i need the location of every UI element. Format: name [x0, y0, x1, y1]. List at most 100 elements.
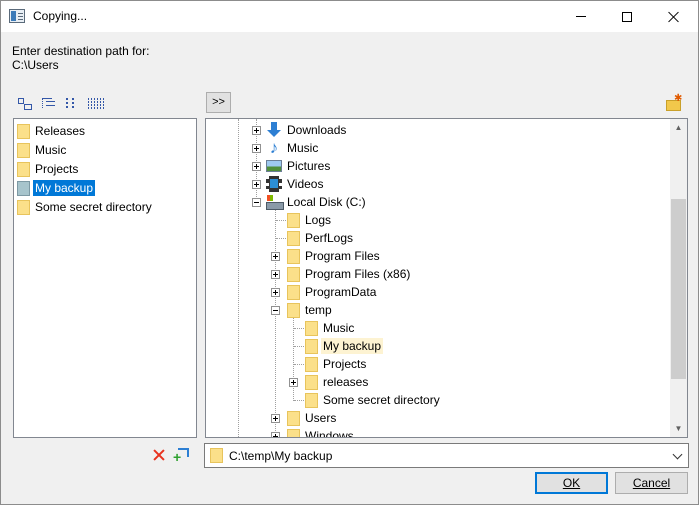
prompt-line: Enter destination path for:: [12, 44, 150, 58]
tree-node-program-files-x86[interactable]: Program Files (x86): [287, 265, 412, 283]
tree-node-label: ProgramData: [305, 285, 377, 299]
tree-node-label: Projects: [323, 357, 367, 371]
folder-icon: [17, 199, 30, 215]
tree-node-music[interactable]: ♪ Music: [266, 139, 320, 157]
chevron-down-icon[interactable]: [672, 448, 686, 462]
list-view-icon[interactable]: [64, 96, 82, 110]
maximize-button[interactable]: [604, 1, 650, 32]
tree-guide-line: [294, 400, 304, 401]
tree-guide-line: [293, 317, 294, 401]
expand-downloads-toggle[interactable]: [252, 126, 261, 135]
details-view-icon[interactable]: [88, 97, 106, 109]
folder-icon: [287, 284, 300, 300]
tree-node-users[interactable]: Users: [287, 409, 338, 427]
folder-icon: [305, 356, 318, 372]
folder-icon: [305, 392, 318, 408]
view-mode-toolbar: [16, 96, 106, 110]
music-icon: ♪: [269, 138, 279, 157]
folder-icon: [305, 320, 318, 336]
scroll-up-icon[interactable]: ▲: [670, 119, 687, 136]
collapse-localdisk-toggle[interactable]: [252, 198, 261, 207]
tree-node-projects[interactable]: Projects: [305, 355, 368, 373]
add-favorite-icon[interactable]: [173, 447, 189, 464]
tree-node-releases[interactable]: releases: [305, 373, 370, 391]
tree-node-temp[interactable]: temp: [287, 301, 334, 319]
tree-guide-line: [275, 209, 276, 437]
tree-view-icon[interactable]: [40, 96, 58, 110]
ok-button[interactable]: OK: [535, 472, 608, 494]
destination-path-value: C:\temp\My backup: [229, 448, 333, 463]
list-item[interactable]: Releases: [17, 122, 87, 140]
expand-videos-toggle[interactable]: [252, 180, 261, 189]
tree-scrollbar[interactable]: ▲ ▼: [670, 119, 687, 437]
folder-icon: [305, 338, 318, 354]
folder-tree[interactable]: Downloads ♪ Music Pictures Videos Local …: [205, 118, 688, 438]
destination-path-combo[interactable]: C:\temp\My backup: [204, 443, 689, 468]
list-item[interactable]: Some secret directory: [17, 198, 154, 216]
maximize-icon: [622, 11, 632, 22]
cancel-label: Cancel: [632, 476, 671, 490]
title-bar[interactable]: Copying...: [1, 1, 698, 32]
list-item[interactable]: Music: [17, 141, 68, 159]
tree-node-temp-music[interactable]: Music: [305, 319, 356, 337]
videos-icon: [266, 176, 282, 192]
tree-node-label: releases: [323, 375, 369, 389]
download-icon: [266, 122, 282, 138]
collapse-temp-toggle[interactable]: [271, 306, 280, 315]
folder-icon: [287, 230, 300, 246]
tree-node-windows[interactable]: Windows: [287, 427, 356, 437]
tree-node-programdata[interactable]: ProgramData: [287, 283, 378, 301]
source-path: C:\Users: [12, 58, 59, 72]
tree-node-label: Windows: [305, 429, 354, 437]
new-folder-icon[interactable]: [666, 93, 682, 111]
expand-programfiles-toggle[interactable]: [271, 252, 280, 261]
disk-icon: [266, 194, 284, 210]
expand-users-toggle[interactable]: [271, 414, 280, 423]
delete-icon[interactable]: [151, 447, 167, 463]
pictures-icon: [266, 160, 282, 172]
folder-icon: [287, 428, 300, 437]
expand-tree-button[interactable]: >>: [206, 92, 231, 113]
tree-node-label: temp: [305, 303, 332, 317]
tree-node-label: Logs: [305, 213, 332, 227]
tree-node-label: Downloads: [287, 123, 347, 137]
scroll-down-icon[interactable]: ▼: [670, 420, 687, 437]
list-item-label: Music: [35, 143, 67, 157]
tree-guide-line: [238, 119, 239, 437]
expand-programfiles86-toggle[interactable]: [271, 270, 280, 279]
destination-prompt: Enter destination path for: C:\Users: [12, 44, 149, 72]
copy-dialog: Copying... Enter destination path for: C…: [0, 0, 699, 505]
cancel-button[interactable]: Cancel: [615, 472, 688, 494]
tree-guide-line: [294, 328, 304, 329]
list-item-selected[interactable]: My backup: [17, 179, 96, 197]
tree-node-label: Program Files (x86): [305, 267, 411, 281]
expand-pictures-toggle[interactable]: [252, 162, 261, 171]
tree-node-pictures[interactable]: Pictures: [266, 157, 332, 175]
app-icon: [9, 9, 25, 23]
tree-node-secret[interactable]: Some secret directory: [305, 391, 442, 409]
folder-icon: [287, 302, 300, 318]
tree-node-program-files[interactable]: Program Files: [287, 247, 382, 265]
tree-node-local-disk[interactable]: Local Disk (C:): [266, 193, 368, 211]
tree-guide-line: [294, 364, 304, 365]
tree-node-logs[interactable]: Logs: [287, 211, 333, 229]
expand-releases-toggle[interactable]: [289, 378, 298, 387]
close-button[interactable]: [651, 1, 697, 32]
tree-node-downloads[interactable]: Downloads: [266, 121, 348, 139]
tree-node-perflogs[interactable]: PerfLogs: [287, 229, 355, 247]
tree-node-videos[interactable]: Videos: [266, 175, 325, 193]
tree-viewport: Downloads ♪ Music Pictures Videos Local …: [206, 119, 670, 437]
scroll-thumb[interactable]: [671, 199, 686, 379]
expand-music-toggle[interactable]: [252, 144, 261, 153]
expand-windows-toggle[interactable]: [271, 432, 280, 437]
tree-node-label: Pictures: [287, 159, 331, 173]
folder-icon: [287, 266, 300, 282]
icon-view-icon[interactable]: [16, 96, 34, 110]
favorites-list[interactable]: Releases Music Projects My backup Some s…: [13, 118, 197, 438]
close-icon: [668, 11, 680, 23]
tree-node-my-backup-selected[interactable]: My backup: [305, 337, 384, 355]
minimize-button[interactable]: [558, 1, 604, 32]
list-item[interactable]: Projects: [17, 160, 80, 178]
folder-icon: [287, 410, 300, 426]
expand-programdata-toggle[interactable]: [271, 288, 280, 297]
